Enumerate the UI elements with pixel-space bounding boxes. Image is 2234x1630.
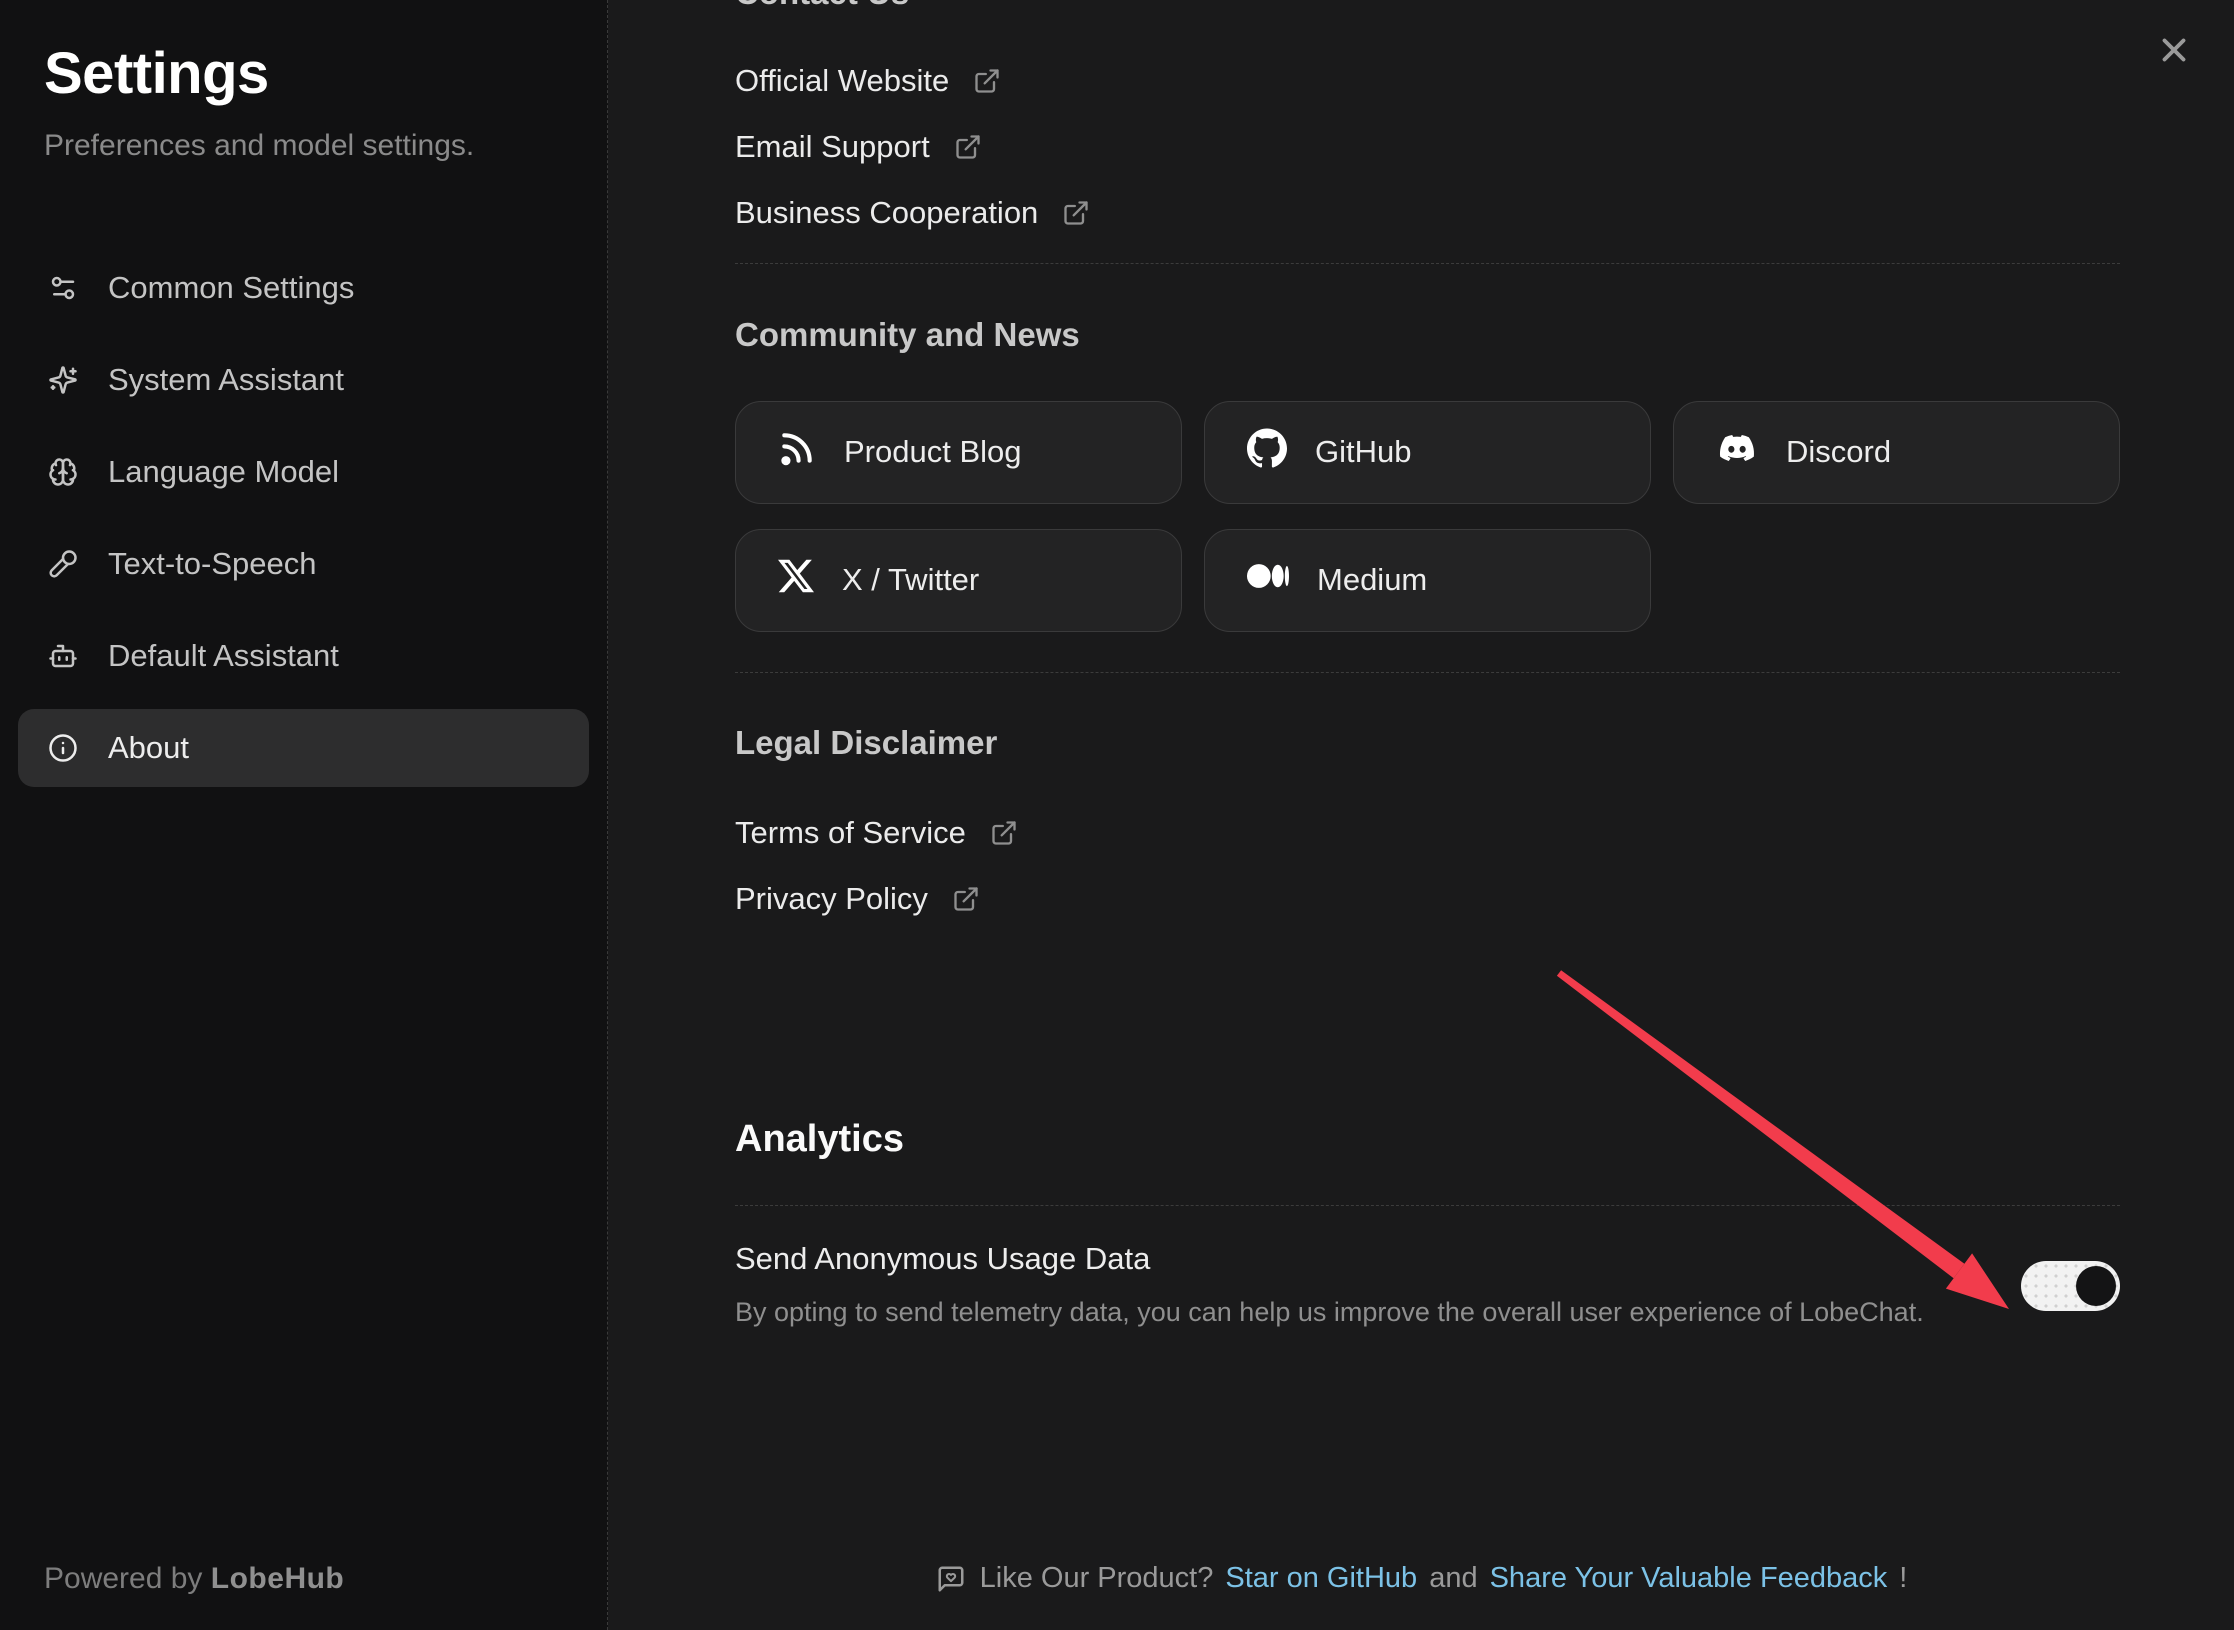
footer-text: ! (1899, 1562, 1907, 1595)
github-icon (1247, 428, 1287, 476)
usage-data-setting: Send Anonymous Usage Data By opting to s… (735, 1241, 2120, 1328)
feedback-footer: Like Our Product? Star on GitHub and Sha… (609, 1562, 2234, 1595)
usage-data-description: By opting to send telemetry data, you ca… (735, 1297, 1960, 1328)
sidebar-item-common-settings[interactable]: Common Settings (18, 249, 589, 327)
sidebar-item-label: Default Assistant (108, 638, 339, 674)
external-link-icon (1062, 199, 1090, 227)
settings-nav: Common Settings System Assistant Languag… (18, 249, 589, 787)
powered-by-text: Powered by (44, 1562, 202, 1595)
footer-text: Like Our Product? (980, 1562, 1214, 1595)
close-button[interactable] (2152, 28, 2196, 72)
sidebar-item-label: System Assistant (108, 362, 344, 398)
x-twitter-icon (778, 558, 814, 602)
link-label: Business Cooperation (735, 195, 1038, 231)
sidebar-item-label: About (108, 730, 189, 766)
contact-us-heading: Contact Us (735, 0, 909, 12)
page-subtitle: Preferences and model settings. (44, 129, 563, 163)
sidebar-item-language-model[interactable]: Language Model (18, 433, 589, 511)
link-label: Privacy Policy (735, 881, 928, 917)
discord-icon (1716, 431, 1758, 473)
link-label: Official Website (735, 63, 949, 99)
external-link-icon (973, 67, 1001, 95)
lobehub-logo: LobeHub (211, 1562, 344, 1595)
sidebar-item-default-assistant[interactable]: Default Assistant (18, 617, 589, 695)
about-panel: Contact Us Official Website Email Suppor… (609, 0, 2234, 1630)
terms-of-service-link[interactable]: Terms of Service (735, 817, 1018, 849)
link-label: Email Support (735, 129, 930, 165)
toggle-knob (2076, 1266, 2116, 1306)
sidebar-item-label: Common Settings (108, 270, 354, 306)
info-icon (48, 733, 78, 763)
button-label: Discord (1786, 434, 1891, 470)
settings-sidebar: Settings Preferences and model settings.… (0, 0, 608, 1630)
message-heart-icon (936, 1564, 966, 1594)
discord-button[interactable]: Discord (1673, 401, 2120, 504)
sidebar-item-label: Text-to-Speech (108, 546, 317, 582)
github-button[interactable]: GitHub (1204, 401, 1651, 504)
x-twitter-button[interactable]: X / Twitter (735, 529, 1182, 632)
footer-text: and (1429, 1562, 1477, 1595)
brain-icon (48, 457, 78, 487)
community-buttons: Product Blog GitHub Discord X / Twitter … (735, 401, 2120, 632)
settings-modal: Settings Preferences and model settings.… (0, 0, 2234, 1630)
sidebar-item-system-assistant[interactable]: System Assistant (18, 341, 589, 419)
business-cooperation-link[interactable]: Business Cooperation (735, 197, 1090, 229)
sidebar-item-text-to-speech[interactable]: Text-to-Speech (18, 525, 589, 603)
sidebar-item-label: Language Model (108, 454, 339, 490)
medium-button[interactable]: Medium (1204, 529, 1651, 632)
share-feedback-link[interactable]: Share Your Valuable Feedback (1490, 1562, 1888, 1595)
section-divider (735, 672, 2120, 673)
button-label: X / Twitter (842, 562, 979, 598)
section-divider (735, 263, 2120, 264)
analytics-heading: Analytics (735, 1118, 2120, 1161)
medium-icon (1247, 555, 1289, 605)
button-label: Medium (1317, 562, 1427, 598)
bot-icon (48, 641, 78, 671)
sliders-icon (48, 273, 78, 303)
usage-data-toggle[interactable] (2021, 1261, 2120, 1311)
usage-data-label: Send Anonymous Usage Data (735, 1241, 1960, 1277)
powered-by: Powered by LobeHub (44, 1562, 344, 1596)
email-support-link[interactable]: Email Support (735, 131, 982, 163)
button-label: Product Blog (844, 434, 1022, 470)
link-label: Terms of Service (735, 815, 966, 851)
external-link-icon (990, 819, 1018, 847)
sparkles-icon (48, 365, 78, 395)
legal-heading: Legal Disclaimer (735, 724, 2120, 762)
external-link-icon (952, 885, 980, 913)
official-website-link[interactable]: Official Website (735, 65, 1001, 97)
star-on-github-link[interactable]: Star on GitHub (1225, 1562, 1417, 1595)
page-title: Settings (44, 40, 563, 107)
product-blog-button[interactable]: Product Blog (735, 401, 1182, 504)
button-label: GitHub (1315, 434, 1411, 470)
rss-icon (778, 429, 816, 475)
community-heading: Community and News (735, 316, 2120, 354)
external-link-icon (954, 133, 982, 161)
mic-icon (48, 549, 78, 579)
section-divider (735, 1205, 2120, 1206)
sidebar-item-about[interactable]: About (18, 709, 589, 787)
privacy-policy-link[interactable]: Privacy Policy (735, 883, 980, 915)
close-icon (2155, 31, 2193, 69)
